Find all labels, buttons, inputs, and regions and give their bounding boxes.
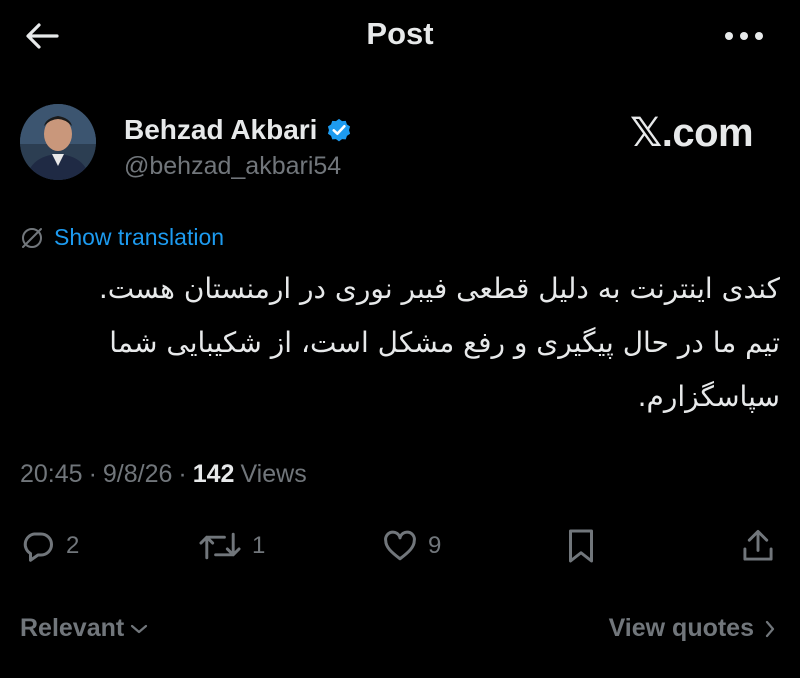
share-icon [742,528,774,564]
post-meta: 20:45 · 9/8/26 · 142 Views [20,460,307,489]
author-handle[interactable]: @behzad_akbari54 [124,152,341,181]
views-count: 142 [192,460,235,488]
show-translation-link[interactable]: Show translation [20,224,224,251]
view-quotes-link[interactable]: View quotes [609,614,776,643]
reply-count: 2 [66,532,80,559]
share-button[interactable] [742,528,774,564]
meta-separator: · [178,460,187,488]
like-count: 9 [428,532,442,559]
heart-icon [382,528,418,564]
repost-button[interactable]: 1 [198,528,265,564]
author-name[interactable]: Behzad Akbari [124,114,317,146]
author-name-row[interactable]: Behzad Akbari [124,114,353,146]
reply-icon [20,528,56,564]
chevron-down-icon [130,623,148,635]
sort-label: Relevant [20,614,125,642]
views-label: Views [240,460,307,488]
meta-separator: · [88,460,97,488]
x-watermark: 𝕏.com [630,111,754,155]
back-arrow-icon[interactable] [22,18,62,54]
more-options-icon[interactable] [718,18,770,54]
reply-button[interactable]: 2 [20,528,79,564]
top-bar [0,0,800,72]
action-bar: 2 1 9 [0,520,800,576]
replies-header: Relevant View quotes [0,608,800,652]
show-translation-label[interactable]: Show translation [54,224,224,251]
sort-dropdown[interactable]: Relevant [20,614,148,643]
view-quotes-label: View quotes [608,614,754,642]
bookmark-button[interactable] [566,528,596,564]
post-date[interactable]: 9/8/26 [103,460,173,489]
repost-icon [198,528,242,564]
verified-badge-icon [325,116,353,144]
post-text: کندی اینترنت به دلیل قطعی فیبر نوری در ا… [98,272,780,413]
post-time[interactable]: 20:45 [20,460,83,489]
repost-count: 1 [252,532,266,559]
translate-icon [20,226,44,250]
chevron-right-icon [764,619,776,639]
avatar[interactable] [20,104,96,180]
like-button[interactable]: 9 [382,528,441,564]
bookmark-icon [566,528,596,564]
